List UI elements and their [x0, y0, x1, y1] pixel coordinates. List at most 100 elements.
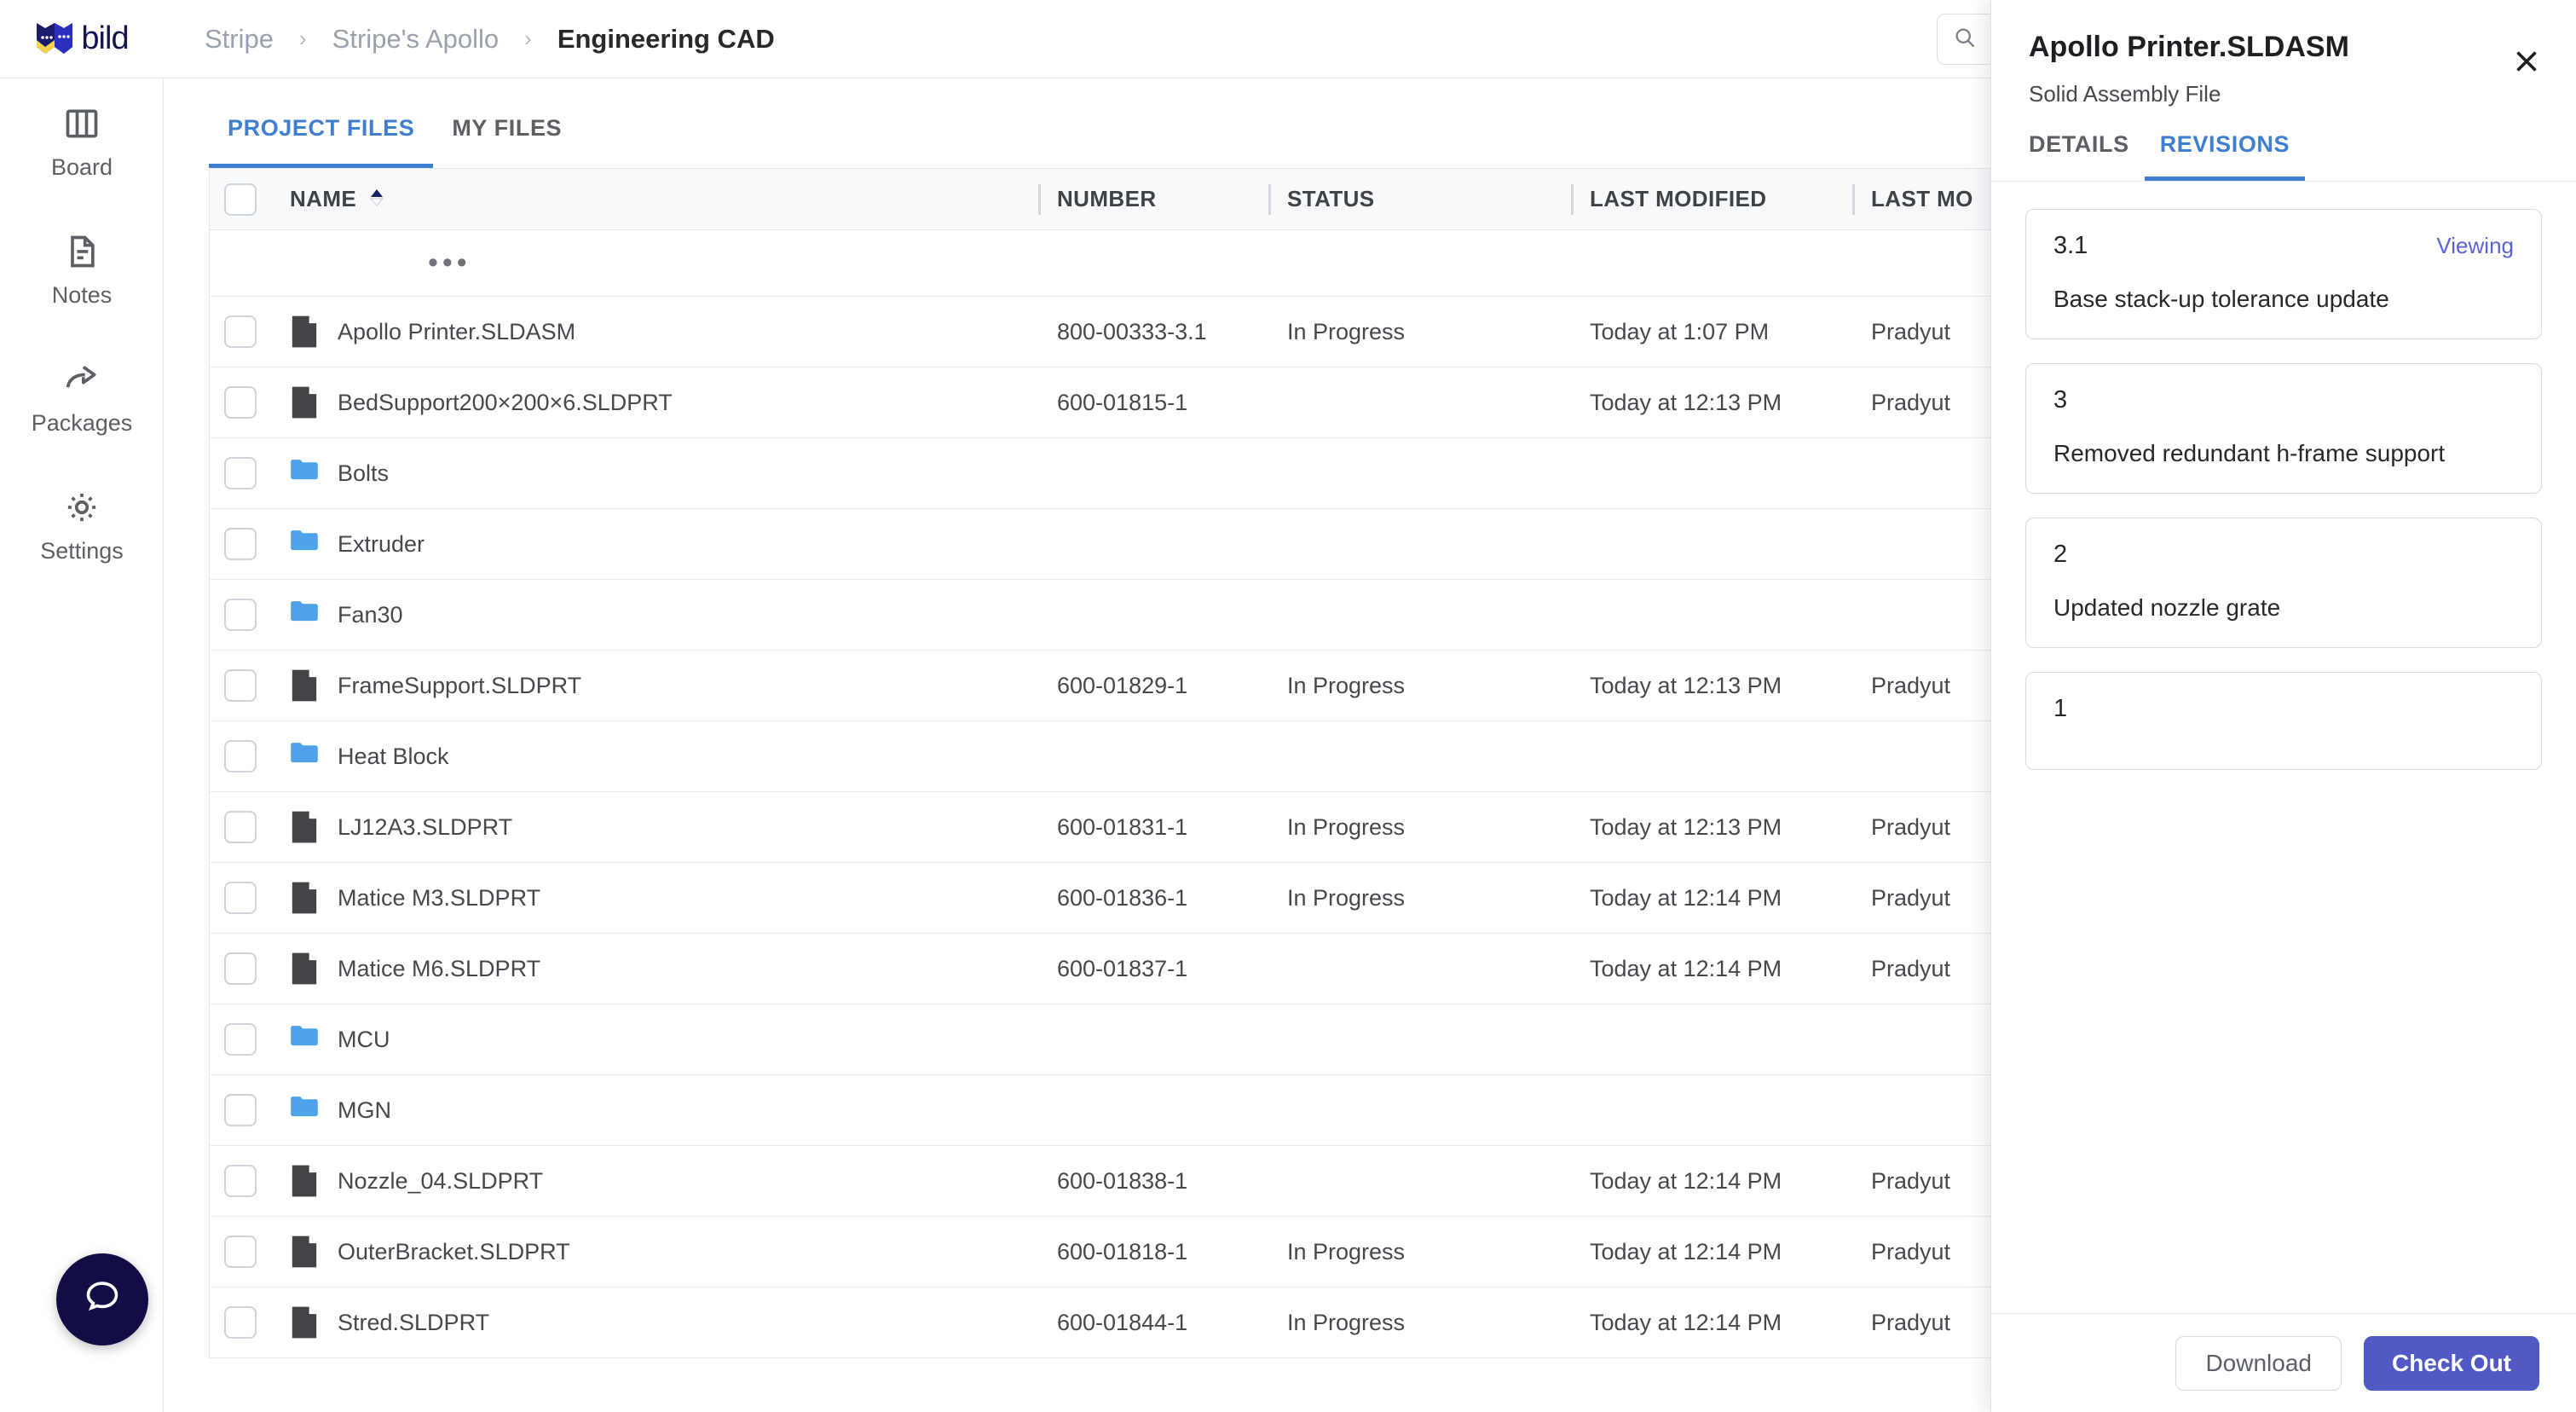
cell-name[interactable]: OuterBracket.SLDPRT — [271, 1217, 1038, 1288]
row-select-cell — [210, 811, 271, 843]
cell-name[interactable]: Extruder — [271, 509, 1038, 580]
row-checkbox[interactable] — [224, 386, 257, 419]
cell-last-modified: Today at 12:14 PM — [1590, 1167, 1782, 1194]
overflow-dots: ••• — [428, 246, 471, 279]
row-checkbox[interactable] — [224, 1165, 257, 1197]
sidebar-item-settings[interactable]: Settings — [0, 462, 164, 590]
brand-logo[interactable]: bild — [0, 20, 164, 57]
row-checkbox[interactable] — [224, 599, 257, 631]
folder-icon — [290, 1022, 319, 1056]
breadcrumb-item-2[interactable]: Engineering CAD — [557, 24, 775, 55]
cell-name[interactable]: Bolts — [271, 438, 1038, 509]
column-header-number[interactable]: NUMBER — [1038, 169, 1268, 230]
cell-status: In Progress — [1287, 672, 1406, 698]
select-all-cell — [210, 182, 271, 216]
row-name-label: MGN — [338, 1097, 391, 1123]
tab-my-files[interactable]: MY FILES — [433, 115, 580, 168]
row-checkbox[interactable] — [224, 315, 257, 348]
sidebar-item-label: Notes — [51, 281, 113, 308]
cell-status — [1268, 1075, 1571, 1146]
cell-status — [1268, 438, 1571, 509]
row-checkbox[interactable] — [224, 1023, 257, 1056]
revision-description: Updated nozzle grate — [2053, 594, 2281, 621]
row-name-label: Matice M6.SLDPRT — [338, 955, 541, 981]
sort-ascending-icon — [368, 186, 385, 212]
cell-last-modified: Today at 12:14 PM — [1590, 1309, 1782, 1335]
cell-status: In Progress — [1287, 318, 1406, 344]
row-checkbox[interactable] — [224, 669, 257, 702]
revision-number: 2 — [2053, 541, 2068, 568]
row-checkbox[interactable] — [224, 1094, 257, 1126]
cell-last-modified: Today at 12:14 PM — [1590, 1238, 1782, 1264]
cell-name[interactable]: Nozzle_04.SLDPRT — [271, 1146, 1038, 1217]
cell-name[interactable]: Matice M6.SLDPRT — [271, 934, 1038, 1004]
cell-name[interactable]: Matice M3.SLDPRT — [271, 863, 1038, 934]
sidebar-item-packages[interactable]: Packages — [0, 334, 164, 462]
breadcrumb-item-1[interactable]: Stripe's Apollo — [332, 24, 499, 55]
revision-list: 3.1 Viewing Base stack-up tolerance update… — [1991, 182, 2576, 770]
cell-name[interactable]: MCU — [271, 1004, 1038, 1075]
sidebar-item-notes[interactable]: Notes — [0, 206, 164, 334]
row-name-label: Matice M3.SLDPRT — [338, 884, 541, 911]
cell-status — [1268, 367, 1571, 438]
tab-project-files[interactable]: PROJECT FILES — [209, 115, 434, 168]
row-checkbox[interactable] — [224, 457, 257, 489]
cell-name[interactable]: LJ12A3.SLDPRT — [271, 792, 1038, 863]
file-detail-panel: Apollo Printer.SLDASM Solid Assembly Fil… — [1990, 0, 2576, 1412]
revision-card[interactable]: 3 Removed redundant h-frame support — [2025, 363, 2542, 494]
column-header-status[interactable]: STATUS — [1268, 169, 1571, 230]
select-all-checkbox[interactable] — [224, 182, 257, 216]
column-header-name[interactable]: NAME — [271, 169, 1038, 230]
cell-last-modified — [1571, 1075, 1852, 1146]
check-out-button[interactable]: Check Out — [2363, 1335, 2539, 1391]
breadcrumb: Stripe › Stripe's Apollo › Engineering C… — [205, 24, 775, 55]
row-checkbox[interactable] — [224, 811, 257, 843]
cell-name[interactable]: Apollo Printer.SLDASM — [271, 297, 1038, 367]
row-checkbox[interactable] — [224, 1236, 257, 1268]
row-checkbox[interactable] — [224, 882, 257, 914]
row-checkbox[interactable] — [224, 952, 257, 985]
cell-status — [1268, 509, 1571, 580]
cell-name[interactable]: BedSupport200×200×6.SLDPRT — [271, 367, 1038, 438]
cell-status — [1268, 1146, 1571, 1217]
sidebar-item-board[interactable]: Board — [0, 78, 164, 206]
cell-name[interactable]: FrameSupport.SLDPRT — [271, 651, 1038, 721]
folder-icon — [290, 598, 319, 632]
sidebar-item-label: Packages — [31, 409, 133, 436]
revision-description: Removed redundant h-frame support — [2053, 440, 2446, 466]
folder-icon — [290, 456, 319, 490]
file-icon — [290, 668, 319, 703]
cell-last-modified — [1571, 438, 1852, 509]
close-panel-button[interactable] — [2508, 44, 2545, 82]
folder-icon — [290, 527, 319, 561]
cell-name[interactable]: Heat Block — [271, 721, 1038, 792]
cell-name[interactable]: Fan30 — [271, 580, 1038, 651]
revision-number: 3.1 — [2053, 232, 2088, 259]
download-button[interactable]: Download — [2175, 1335, 2342, 1391]
tab-details[interactable]: DETAILS — [2029, 131, 2145, 181]
revision-description: Base stack-up tolerance update — [2053, 286, 2389, 312]
row-checkbox[interactable] — [224, 1306, 257, 1339]
document-icon — [63, 233, 101, 270]
cell-name[interactable]: MGN — [271, 1075, 1038, 1146]
file-icon — [290, 881, 319, 915]
column-header-last-modified[interactable]: LAST MODIFIED — [1571, 169, 1852, 230]
breadcrumb-item-0[interactable]: Stripe — [205, 24, 274, 55]
sidebar-item-label: Settings — [40, 537, 124, 564]
cell-number — [1038, 721, 1268, 792]
cell-number: 600-01836-1 — [1057, 884, 1188, 911]
revision-card[interactable]: 3.1 Viewing Base stack-up tolerance update — [2025, 209, 2542, 339]
close-icon — [2511, 46, 2542, 81]
panel-title: Apollo Printer.SLDASM — [2029, 31, 2349, 63]
cell-last-modified: Today at 12:13 PM — [1590, 672, 1782, 698]
row-checkbox[interactable] — [224, 740, 257, 773]
help-chat-button[interactable] — [56, 1253, 148, 1345]
revision-card[interactable]: 1 — [2025, 672, 2542, 770]
cell-number: 600-01818-1 — [1057, 1238, 1188, 1264]
row-name-label: Heat Block — [338, 743, 449, 769]
revision-card[interactable]: 2 Updated nozzle grate — [2025, 518, 2542, 648]
column-label: NUMBER — [1057, 186, 1157, 211]
cell-name[interactable]: Stred.SLDPRT — [271, 1288, 1038, 1358]
row-checkbox[interactable] — [224, 528, 257, 560]
tab-revisions[interactable]: REVISIONS — [2144, 131, 2306, 181]
